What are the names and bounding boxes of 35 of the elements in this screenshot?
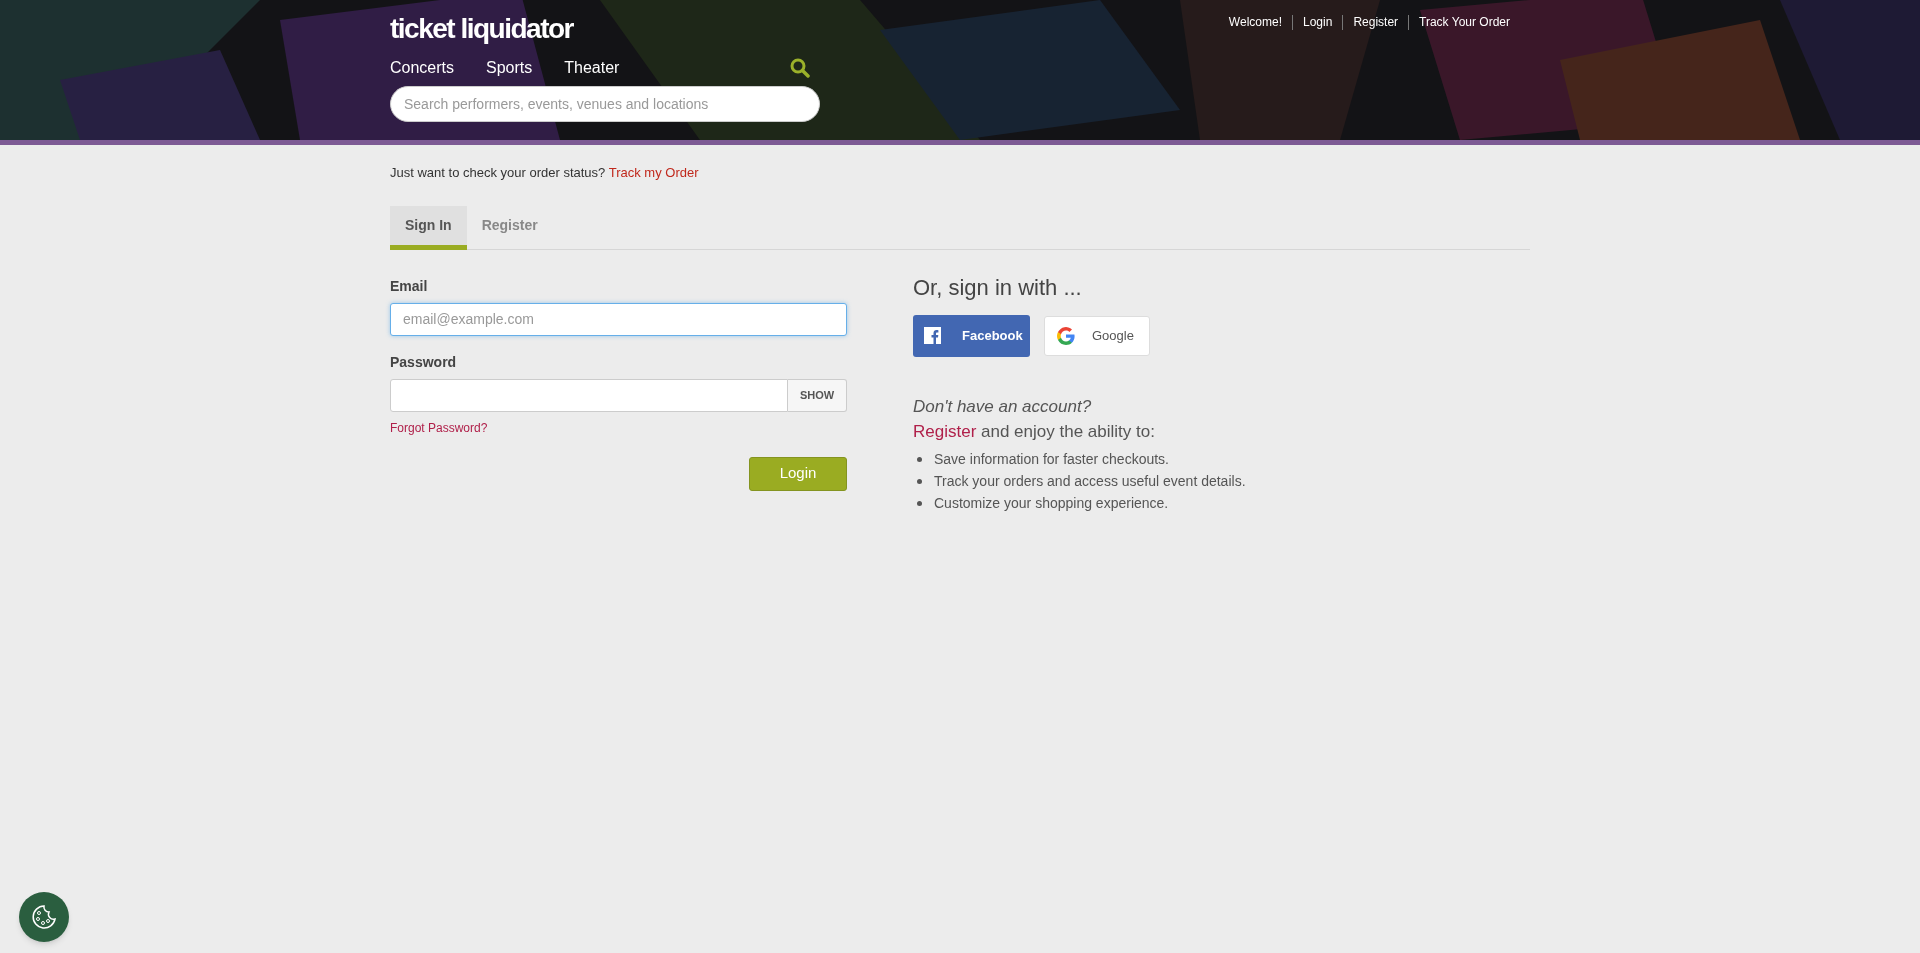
search-icon[interactable]	[790, 58, 810, 78]
bullet-icon	[917, 457, 922, 462]
register-link[interactable]: Register	[913, 422, 977, 441]
nav-link[interactable]: Concerts	[390, 56, 455, 80]
header-link[interactable]: Track Your Order	[1408, 15, 1520, 30]
facebook-button[interactable]: Facebook	[913, 314, 1030, 357]
facebook-icon	[924, 327, 941, 344]
benefit-text: Save information for faster checkouts.	[934, 450, 1169, 469]
header-link[interactable]: Register	[1342, 15, 1409, 30]
benefit-text: Customize your shopping experience.	[934, 494, 1169, 513]
account-question: Don't have an account?	[913, 395, 1093, 418]
benefit-text: Track your orders and access useful event details.	[934, 472, 1246, 491]
google-icon	[1057, 326, 1075, 345]
email-field[interactable]: email@example.com	[390, 302, 847, 336]
forgot-password-link[interactable]: Forgot Password?	[390, 418, 488, 437]
social-sign-in-heading: Or, sign in with ...	[913, 273, 1083, 302]
show-password-button[interactable]: SHOW	[788, 378, 847, 412]
cookie-settings-button[interactable]	[19, 892, 69, 942]
header-link[interactable]: Login	[1292, 15, 1343, 30]
bullet-icon	[917, 501, 922, 506]
order-status-text: Just want to check your order status? Track my Order	[390, 164, 700, 182]
email-label: Email	[390, 276, 429, 296]
welcome-text: Welcome!	[1227, 15, 1283, 30]
nav-link[interactable]: Theater	[564, 56, 620, 80]
password-field[interactable]	[390, 378, 788, 412]
google-button[interactable]: Google	[1044, 315, 1150, 356]
logo[interactable]: ticket liquidator	[390, 12, 820, 46]
tab[interactable]: Sign In	[390, 205, 467, 250]
register-sentence: Register and enjoy the ability to:	[913, 421, 1156, 443]
search-field[interactable]: Search performers, events, venues and locations	[390, 86, 820, 122]
track-order-link[interactable]: Track my Order	[608, 165, 699, 180]
nav-link[interactable]: Sports	[486, 56, 533, 80]
cookie-icon	[30, 903, 58, 931]
bullet-icon	[917, 479, 922, 484]
password-label: Password	[390, 352, 458, 372]
